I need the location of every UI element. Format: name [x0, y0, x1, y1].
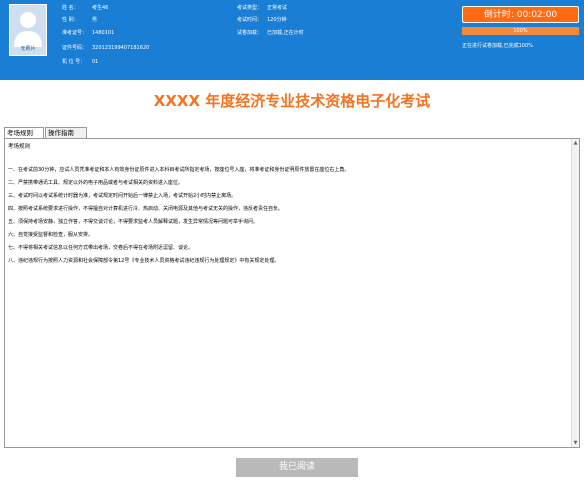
admission-number-value: 1480101 [92, 30, 115, 36]
scroll-down-arrow-icon[interactable]: ▼ [572, 439, 579, 447]
avatar-label: 无照片 [20, 46, 36, 52]
exam-type-key: 考试类型： [237, 5, 263, 11]
candidate-gender-row: 性 别： 男 [62, 17, 97, 23]
rules-panel: 考场规则 一、在考试前30分钟，应试人员凭准考证和本人有效身份证原件进入本科目考… [4, 138, 580, 448]
exam-duration-key: 考试时间： [237, 17, 263, 23]
id-number-value: 320123199407181620 [92, 45, 150, 51]
rule-item: 七、不得将相关考试信息以任何方式带出考场，交卷后不得在考场附近逗留、谈论。 [8, 245, 194, 251]
exam-duration-row: 考试时间： 120分钟 [237, 17, 287, 23]
rule-item: 一、在考试前30分钟，应试人员凭准考证和本人有效身份证原件进入本科目考试所指定考… [8, 167, 350, 173]
scroll-up-arrow-icon[interactable]: ▲ [572, 139, 579, 147]
rules-list: 一、在考试前30分钟，应试人员凭准考证和本人有效身份证原件进入本科目考试所指定考… [8, 167, 568, 271]
paper-load-row: 试卷加载： 已加载,正在计时 [237, 30, 304, 36]
paper-load-key: 试卷加载： [237, 30, 263, 36]
rule-item: 六、自觉接受监督和检查，服从安排。 [8, 232, 94, 238]
tab-exam-rules[interactable]: 考场规则 [4, 127, 44, 138]
load-status-text: 正在进行试卷加载,已完成100% [462, 43, 533, 49]
id-number-key: 证件号码： [62, 45, 88, 51]
finish-reading-button[interactable]: 我已阅读 [236, 458, 358, 477]
seat-number-row: 机 位 号： 01 [62, 59, 98, 65]
rule-item: 八、违纪违规行为按照人力资源和社会保障部令第12号《专业技术人员资格考试违纪违规… [8, 258, 280, 264]
paper-load-value: 已加载,正在计时 [267, 30, 304, 36]
candidate-name-key: 姓 名： [62, 5, 79, 11]
load-progress-label: 100% [513, 28, 528, 34]
avatar: 无照片 [9, 4, 47, 56]
countdown-timer: 倒计时: 00:02:00 [462, 6, 579, 23]
exam-type-row: 考试类型： 正常考试 [237, 5, 287, 11]
rule-item: 二、严禁携带通讯工具、规定以外的电子用品或者与考试相关的资料进入座位。 [8, 180, 184, 186]
rule-item: 三、考试时间以考试系统计时器为准，考试规定时间开始后一律禁止入场，考试开始2小时… [8, 193, 237, 199]
admission-number-key: 准考证号： [62, 30, 88, 36]
candidate-name-row: 姓 名： 考生46 [62, 5, 108, 11]
rule-item: 四、按照考试系统要求进行操作，不得擅自对计算机进行冷、热启动、关闭电源及其他与考… [8, 206, 284, 212]
vertical-scrollbar[interactable]: ▲ ▼ [571, 139, 579, 447]
page-title: XXXX 年度经济专业技术资格电子化考试 [153, 92, 431, 110]
tab-operation-guide[interactable]: 操作指南 [45, 127, 87, 138]
exam-type-value: 正常考试 [267, 5, 288, 11]
exam-duration-value: 120分钟 [267, 17, 287, 23]
candidate-name-value: 考生46 [92, 5, 109, 11]
admission-number-row: 准考证号： 1480101 [62, 30, 114, 36]
rule-item: 五、须保持考场安静，独立作答，不得交谈讨论，不得要求监考人员解释试题，发生异常情… [8, 219, 259, 225]
id-number-row: 证件号码： 320123199407181620 [62, 45, 149, 51]
rules-heading: 考场规则 [8, 144, 31, 150]
seat-number-key: 机 位 号： [62, 59, 86, 65]
candidate-gender-key: 性 别： [62, 17, 79, 23]
candidate-gender-value: 男 [92, 17, 98, 23]
seat-number-value: 01 [92, 59, 99, 65]
load-progress-bar: 100% [462, 27, 579, 35]
exam-header: 无照片 姓 名： 考生46 性 别： 男 准考证号： 1480101 证件号码： 320… [0, 0, 584, 80]
